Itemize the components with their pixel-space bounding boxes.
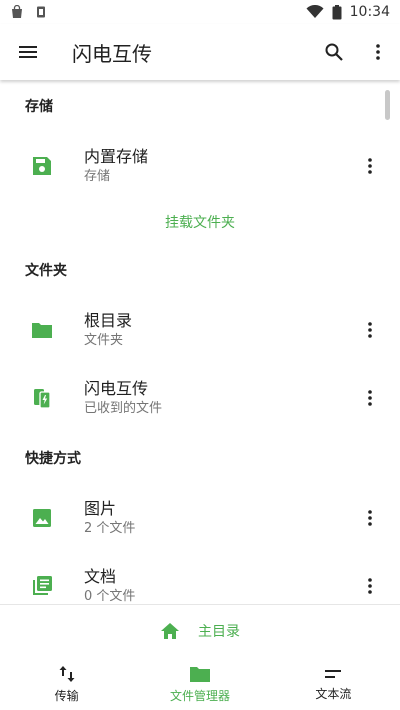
nav-item-transfer[interactable]: 传输 bbox=[0, 657, 133, 710]
folder-icon bbox=[189, 666, 210, 682]
phone-transfer-icon bbox=[34, 389, 51, 409]
file-manager-list[interactable]: 存储 内置存储 存储 挂载文件夹 文件夹 根目录 文件夹 闪电互传 已收到的文件… bbox=[0, 80, 400, 604]
item-subtitle: 文件夹 bbox=[84, 333, 124, 348]
sd-storage-icon bbox=[33, 157, 51, 175]
search-icon bbox=[325, 43, 343, 61]
image-icon bbox=[33, 509, 51, 527]
item-more-button[interactable] bbox=[346, 374, 394, 422]
bottom-navigation: 传输 文件管理器 文本流 bbox=[0, 657, 400, 710]
hamburger-menu-icon bbox=[19, 46, 37, 58]
screen: 10:34 闪电互传 存储 内置存储 存储 挂载文件夹 文件夹 根目录 文件夹 … bbox=[0, 0, 400, 710]
item-more-button[interactable] bbox=[346, 142, 394, 190]
more-vert-icon bbox=[368, 322, 372, 338]
item-subtitle: 2 个文件 bbox=[84, 521, 136, 536]
more-vert-icon bbox=[376, 44, 380, 60]
home-label: 主目录 bbox=[198, 624, 240, 640]
item-subtitle: 已收到的文件 bbox=[84, 401, 163, 416]
section-header-shortcuts: 快捷方式 bbox=[25, 451, 81, 467]
home-icon bbox=[161, 623, 179, 639]
app-bar: 闪电互传 bbox=[0, 24, 400, 80]
item-subtitle: 0 个文件 bbox=[84, 589, 136, 604]
list-item-app-received-folder[interactable]: 闪电互传 已收到的文件 bbox=[0, 364, 400, 432]
list-item-internal-storage[interactable]: 内置存储 存储 bbox=[0, 132, 400, 200]
list-item-root-directory[interactable]: 根目录 文件夹 bbox=[0, 296, 400, 364]
status-time: 10:34 bbox=[349, 4, 390, 20]
item-title: 根目录 bbox=[84, 311, 133, 330]
nav-label-file-manager: 文件管理器 bbox=[169, 688, 230, 703]
item-more-button[interactable] bbox=[346, 306, 394, 354]
list-item-documents[interactable]: 文档 0 个文件 bbox=[0, 552, 400, 604]
folder-icon bbox=[32, 323, 52, 338]
item-title: 文档 bbox=[84, 567, 117, 586]
short-text-icon bbox=[325, 669, 342, 678]
more-vert-icon bbox=[368, 510, 372, 526]
page-title: 闪电互传 bbox=[72, 41, 152, 66]
overflow-menu-button[interactable] bbox=[356, 24, 400, 80]
item-more-button[interactable] bbox=[346, 494, 394, 542]
item-title: 图片 bbox=[84, 499, 117, 518]
menu-button[interactable] bbox=[0, 24, 56, 80]
item-title: 内置存储 bbox=[84, 147, 149, 166]
search-button[interactable] bbox=[312, 24, 356, 80]
item-more-button[interactable] bbox=[346, 562, 394, 604]
section-header-storage: 存储 bbox=[25, 99, 53, 115]
wifi-icon bbox=[306, 5, 324, 18]
mount-folder-link[interactable]: 挂载文件夹 bbox=[0, 200, 400, 244]
list-item-pictures[interactable]: 图片 2 个文件 bbox=[0, 484, 400, 552]
section-header-folders: 文件夹 bbox=[25, 263, 67, 279]
more-vert-icon bbox=[368, 158, 372, 174]
scrollbar[interactable] bbox=[385, 90, 390, 120]
more-vert-icon bbox=[368, 578, 372, 594]
battery-icon bbox=[332, 4, 342, 19]
nav-label-text-stream: 文本流 bbox=[315, 686, 352, 701]
item-title: 闪电互传 bbox=[84, 379, 149, 398]
status-bar: 10:34 bbox=[0, 0, 400, 24]
library-books-icon bbox=[33, 576, 52, 595]
nav-item-text-stream[interactable]: 文本流 bbox=[267, 657, 400, 710]
bottom-area: 主目录 传输 文件管理器 文本流 bbox=[0, 604, 400, 710]
swap-vert-icon bbox=[59, 665, 75, 682]
nav-item-file-manager[interactable]: 文件管理器 bbox=[133, 657, 266, 710]
more-vert-icon bbox=[368, 390, 372, 406]
nav-label-transfer: 传输 bbox=[54, 688, 79, 703]
item-subtitle: 存储 bbox=[84, 169, 111, 184]
clipboard-icon bbox=[37, 6, 45, 18]
home-directory-button[interactable]: 主目录 bbox=[0, 605, 400, 657]
shopping-bag-icon bbox=[12, 5, 22, 18]
